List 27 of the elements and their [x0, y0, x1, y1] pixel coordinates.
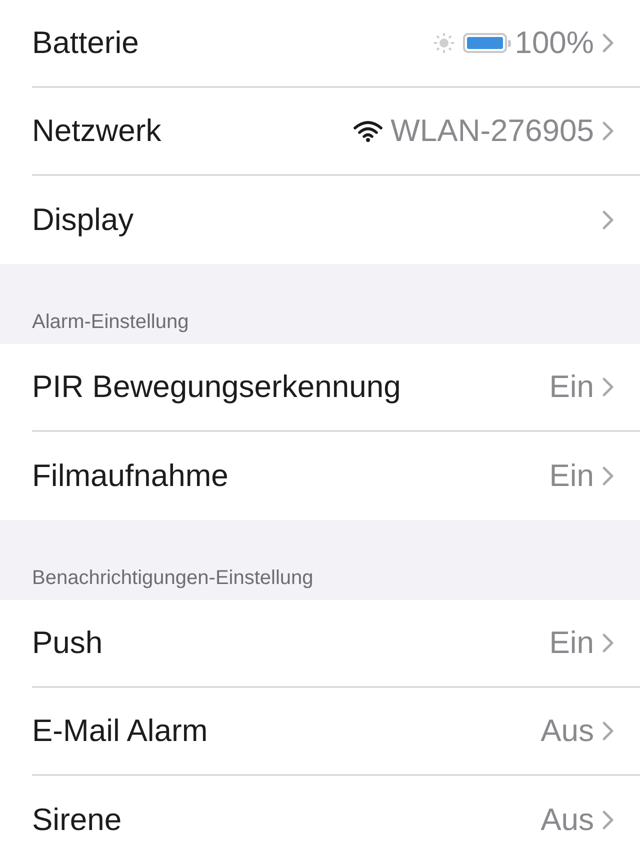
- wifi-icon: [352, 120, 383, 142]
- setting-value: Aus: [540, 713, 594, 749]
- setting-value: Ein: [549, 369, 594, 405]
- setting-value: Ein: [549, 458, 594, 494]
- chevron-icon: [602, 810, 614, 830]
- settings-row[interactable]: PIR Bewegungserkennung Ein: [32, 344, 640, 432]
- settings-row[interactable]: Filmaufnahme Ein: [32, 432, 640, 520]
- settings-row[interactable]: Display: [32, 176, 640, 264]
- settings-row[interactable]: Batterie 100%: [32, 0, 640, 88]
- chevron-icon: [602, 33, 614, 53]
- battery-value: 100%: [514, 25, 594, 61]
- chevron-icon: [602, 633, 614, 653]
- settings-row[interactable]: E-Mail Alarm Aus: [32, 688, 640, 776]
- setting-value: Aus: [540, 802, 594, 838]
- section-header: Benachrichtigungen-Einstellung: [32, 567, 314, 590]
- section-header: Alarm-Einstellung: [32, 311, 189, 334]
- network-value: WLAN-276905: [390, 113, 594, 149]
- chevron-icon: [602, 121, 614, 141]
- chevron-icon: [602, 210, 614, 230]
- chevron-icon: [602, 466, 614, 486]
- settings-row[interactable]: Push Ein: [32, 600, 640, 688]
- brightness-icon: [432, 32, 455, 54]
- chevron-icon: [602, 377, 614, 397]
- settings-row[interactable]: Netzwerk WLAN-276905: [32, 88, 640, 176]
- setting-value: Ein: [549, 625, 594, 661]
- settings-row[interactable]: Sirene Aus: [32, 776, 640, 856]
- chevron-icon: [602, 721, 614, 741]
